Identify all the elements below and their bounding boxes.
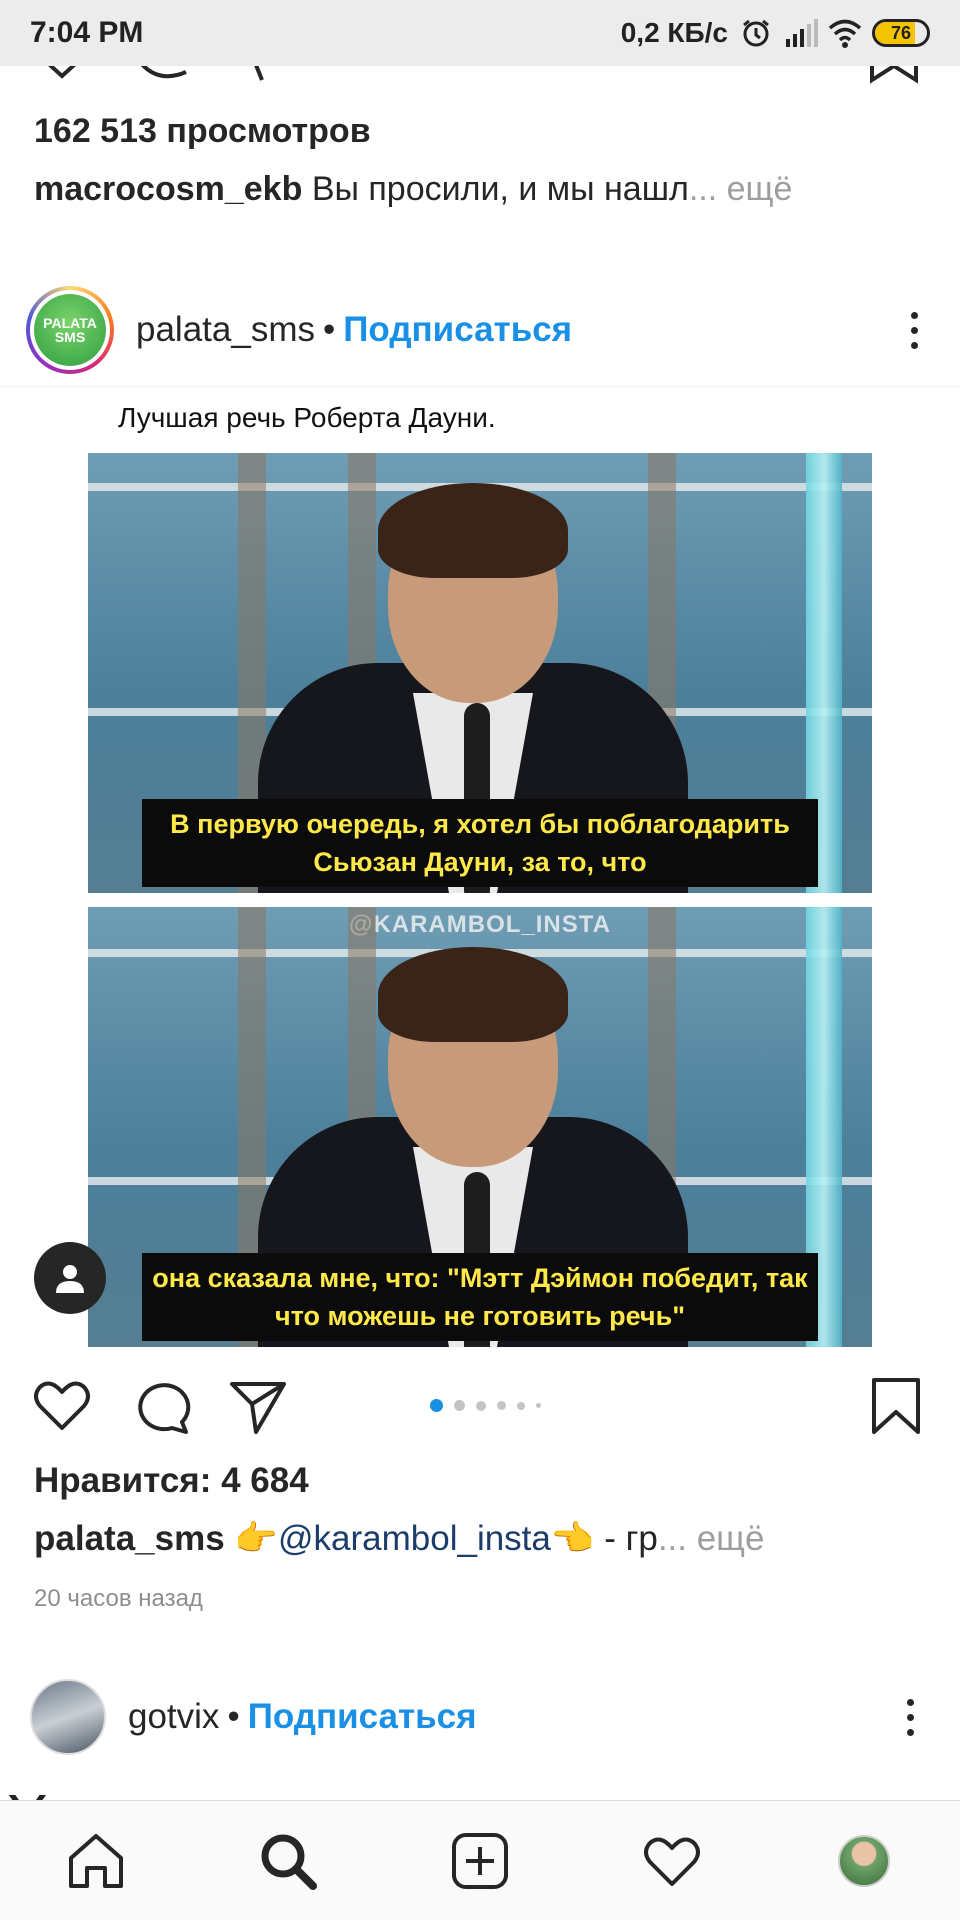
post-caption: palata_sms 👉@karambol_insta👈 - гр... ещё xyxy=(34,1518,764,1559)
user-icon xyxy=(56,1265,84,1293)
post-actions xyxy=(0,1366,960,1446)
avatar-image: PALATA SMS xyxy=(34,294,106,366)
save-button[interactable] xyxy=(866,1376,926,1436)
wifi-icon xyxy=(828,17,862,49)
status-bar: 7:04 PM 0,2 КБ/с 76 xyxy=(0,0,960,66)
home-icon xyxy=(69,1833,123,1888)
post-header: PALATA SMS palata_sms • Подписаться xyxy=(0,275,960,385)
carousel-indicator xyxy=(430,1399,541,1412)
separator: • xyxy=(322,310,336,349)
prev-post-caption-text: Вы просили, и мы нашл xyxy=(311,170,689,208)
caption-text: - гр xyxy=(594,1519,658,1558)
post-media[interactable]: Лучшая речь Роберта Дауни. В первую очер… xyxy=(0,386,960,1348)
post-timestamp: 20 часов назад xyxy=(34,1585,203,1612)
bottom-nav xyxy=(0,1800,960,1920)
carousel-dot xyxy=(430,1399,443,1412)
nav-search[interactable] xyxy=(253,1826,323,1896)
caption-more-link[interactable]: ... ещё xyxy=(658,1519,765,1558)
follow-button[interactable]: Подписаться xyxy=(343,310,572,350)
comment-button[interactable] xyxy=(132,1376,192,1436)
status-indicators: 0,2 КБ/с 76 xyxy=(621,17,930,49)
share-button[interactable] xyxy=(228,1376,288,1436)
nav-activity[interactable] xyxy=(637,1826,707,1896)
share-icon xyxy=(254,66,264,81)
media-frame-2: @KARAMBOL_INSTA она сказала мне, что: "М… xyxy=(88,907,872,1347)
search-icon xyxy=(261,1834,317,1890)
profile-avatar xyxy=(838,1834,890,1887)
media-title: Лучшая речь Роберта Дауни. xyxy=(118,402,496,433)
add-icon xyxy=(452,1832,508,1889)
carousel-dot xyxy=(497,1401,506,1410)
prev-post-actions xyxy=(0,66,960,88)
carousel-dot xyxy=(454,1400,465,1411)
pointing-left-emoji: 👈 xyxy=(550,1519,595,1558)
comment-icon xyxy=(141,66,187,79)
carousel-dot xyxy=(517,1401,525,1410)
prev-post-views: 162 513 просмотров xyxy=(34,112,371,150)
nav-create[interactable] xyxy=(445,1826,515,1896)
battery-icon: 76 xyxy=(872,19,930,47)
watermark: @KARAMBOL_INSTA xyxy=(349,911,611,938)
status-time: 7:04 PM xyxy=(30,16,144,49)
nav-home[interactable] xyxy=(61,1826,131,1896)
post-username[interactable]: palata_sms xyxy=(136,310,315,350)
carousel-dot xyxy=(536,1403,541,1408)
share-icon xyxy=(230,1382,286,1434)
nav-profile[interactable] xyxy=(829,1826,899,1896)
alarm-icon xyxy=(740,17,772,49)
prev-post-more-link[interactable]: ... ещё xyxy=(689,170,793,208)
more-options-icon[interactable] xyxy=(890,1687,930,1747)
next-post-header: gotvix • Подписаться xyxy=(0,1662,960,1772)
heart-icon xyxy=(48,66,76,79)
avatar[interactable] xyxy=(30,1679,106,1755)
battery-percent: 76 xyxy=(890,22,912,43)
next-post-username[interactable]: gotvix xyxy=(128,1697,219,1737)
signal-icon xyxy=(784,17,818,49)
caption-username[interactable]: palata_sms xyxy=(34,1519,225,1558)
tagged-users-button[interactable] xyxy=(34,1242,106,1314)
bookmark-icon xyxy=(872,1378,920,1434)
carousel-dot xyxy=(476,1400,486,1411)
pointing-right-emoji: 👉 xyxy=(234,1519,278,1558)
likes-count[interactable]: Нравится: 4 684 xyxy=(34,1461,309,1501)
follow-button[interactable]: Подписаться xyxy=(248,1697,477,1737)
heart-icon xyxy=(34,1381,90,1430)
subtitle-1: В первую очередь, я хотел бы поблагодари… xyxy=(142,799,818,887)
prev-post-username[interactable]: macrocosm_ekb xyxy=(34,170,302,208)
media-frame-1: В первую очередь, я хотел бы поблагодари… xyxy=(88,453,872,893)
subtitle-2: она сказала мне, что: "Мэтт Дэймон побед… xyxy=(142,1253,818,1341)
bookmark-icon xyxy=(870,66,918,84)
comment-icon xyxy=(138,1383,191,1434)
separator: • xyxy=(227,1697,240,1736)
more-options-icon[interactable] xyxy=(894,300,934,360)
prev-post-caption: macrocosm_ekb Вы просили, и мы нашл... е… xyxy=(34,170,792,209)
network-speed: 0,2 КБ/с xyxy=(620,17,728,48)
like-button[interactable] xyxy=(32,1376,92,1436)
caption-mention[interactable]: @karambol_insta xyxy=(278,1519,551,1558)
heart-icon xyxy=(644,1836,700,1886)
avatar[interactable]: PALATA SMS xyxy=(26,286,114,374)
